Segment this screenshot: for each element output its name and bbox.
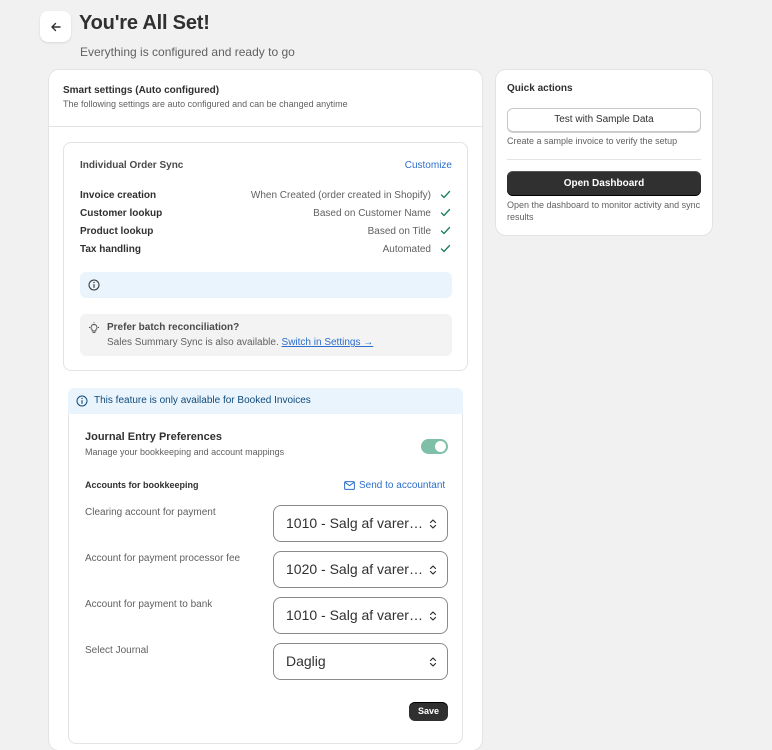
- setting-label: Product lookup: [80, 226, 154, 237]
- processor-fee-account-select[interactable]: 1020 - Salg af varer/ydelser u/moms: [273, 551, 448, 588]
- feature-banner-text: This feature is only available for Booke…: [94, 395, 311, 406]
- clearing-account-select[interactable]: 1010 - Salg af varer/ydelser m/moms: [273, 505, 448, 542]
- setting-label: Invoice creation: [80, 190, 157, 201]
- customize-link[interactable]: Customize: [405, 160, 452, 171]
- journal-preferences-card: Journal Entry Preferences Manage your bo…: [68, 414, 463, 744]
- journal-toggle[interactable]: [421, 439, 448, 454]
- quick-actions-card: Quick actions Test with Sample Data Crea…: [496, 70, 712, 235]
- info-icon: [88, 279, 100, 291]
- processor-fee-account-label: Account for payment processor fee: [85, 553, 241, 564]
- setting-value: When Created (order created in Shopify): [250, 190, 431, 201]
- select-value: Daglig: [286, 653, 326, 669]
- send-to-accountant-label: Send to accountant: [359, 480, 446, 491]
- smart-settings-title: Smart settings (Auto configured): [63, 85, 220, 96]
- setting-value: Based on Title: [367, 226, 431, 237]
- page-subtitle: Everything is configured and ready to go: [80, 45, 295, 59]
- bank-account-label: Account for payment to bank: [85, 599, 213, 610]
- select-value: 1020 - Salg af varer/ydelser u/moms: [286, 561, 424, 577]
- setting-label: Tax handling: [80, 244, 141, 255]
- setting-row-invoice-creation: Invoice creation When Created (order cre…: [80, 190, 451, 204]
- test-sample-data-button[interactable]: Test with Sample Data: [507, 108, 701, 132]
- journal-select-label: Select Journal: [85, 645, 149, 656]
- chevron-up-down-icon: [429, 657, 437, 667]
- page-title: You're All Set!: [79, 12, 210, 34]
- back-button[interactable]: [40, 11, 71, 42]
- smart-settings-subtitle: The following settings are auto configur…: [63, 99, 348, 109]
- info-banner: [80, 272, 452, 298]
- select-value: 1010 - Salg af varer/ydelser m/moms: [286, 607, 424, 623]
- toggle-knob: [435, 441, 446, 452]
- order-sync-title: Individual Order Sync: [80, 160, 184, 171]
- bank-account-select[interactable]: 1010 - Salg af varer/ydelser m/moms: [273, 597, 448, 634]
- check-icon: [440, 226, 451, 235]
- order-sync-card: Individual Order Sync Customize Invoice …: [63, 142, 468, 371]
- test-sample-data-description: Create a sample invoice to verify the se…: [507, 136, 678, 146]
- journal-title: Journal Entry Preferences: [85, 431, 222, 443]
- arrow-left-icon: [50, 22, 61, 31]
- chevron-up-down-icon: [429, 519, 437, 529]
- batch-tip-description: Sales Summary Sync is also available.: [107, 337, 279, 348]
- open-dashboard-description: Open the dashboard to monitor activity a…: [507, 200, 701, 222]
- select-value: 1010 - Salg af varer/ydelser m/moms: [286, 515, 424, 531]
- check-icon: [440, 208, 451, 217]
- batch-tip-box: Prefer batch reconciliation? Sales Summa…: [80, 314, 452, 356]
- journal-subtitle: Manage your bookkeeping and account mapp…: [85, 447, 285, 457]
- quick-actions-title: Quick actions: [507, 83, 573, 94]
- setting-value: Based on Customer Name: [313, 208, 431, 219]
- setting-label: Customer lookup: [80, 208, 163, 219]
- setting-row-tax-handling: Tax handling Automated: [80, 244, 451, 258]
- lightbulb-icon: [89, 322, 99, 334]
- chevron-up-down-icon: [429, 565, 437, 575]
- open-dashboard-button[interactable]: Open Dashboard: [507, 171, 701, 196]
- check-icon: [440, 190, 451, 199]
- envelope-icon: [344, 481, 355, 490]
- switch-in-settings-link[interactable]: Switch in Settings →: [282, 337, 374, 348]
- info-icon: [76, 395, 88, 407]
- clearing-account-label: Clearing account for payment: [85, 507, 216, 518]
- accounts-title: Accounts for bookkeeping: [85, 480, 199, 490]
- send-to-accountant-button[interactable]: Send to accountant: [344, 480, 445, 491]
- smart-settings-header: Smart settings (Auto configured) The fol…: [49, 70, 482, 127]
- check-icon: [440, 244, 451, 253]
- batch-tip-title: Prefer batch reconciliation?: [107, 322, 240, 333]
- chevron-up-down-icon: [429, 611, 437, 621]
- setting-row-product-lookup: Product lookup Based on Title: [80, 226, 451, 240]
- batch-tip-text: Sales Summary Sync is also available. Sw…: [107, 337, 373, 348]
- setting-value: Automated: [382, 244, 431, 255]
- journal-select[interactable]: Daglig: [273, 643, 448, 680]
- feature-availability-banner: This feature is only available for Booke…: [68, 388, 463, 414]
- divider: [507, 159, 701, 160]
- setting-row-customer-lookup: Customer lookup Based on Customer Name: [80, 208, 451, 222]
- save-button[interactable]: Save: [409, 702, 448, 721]
